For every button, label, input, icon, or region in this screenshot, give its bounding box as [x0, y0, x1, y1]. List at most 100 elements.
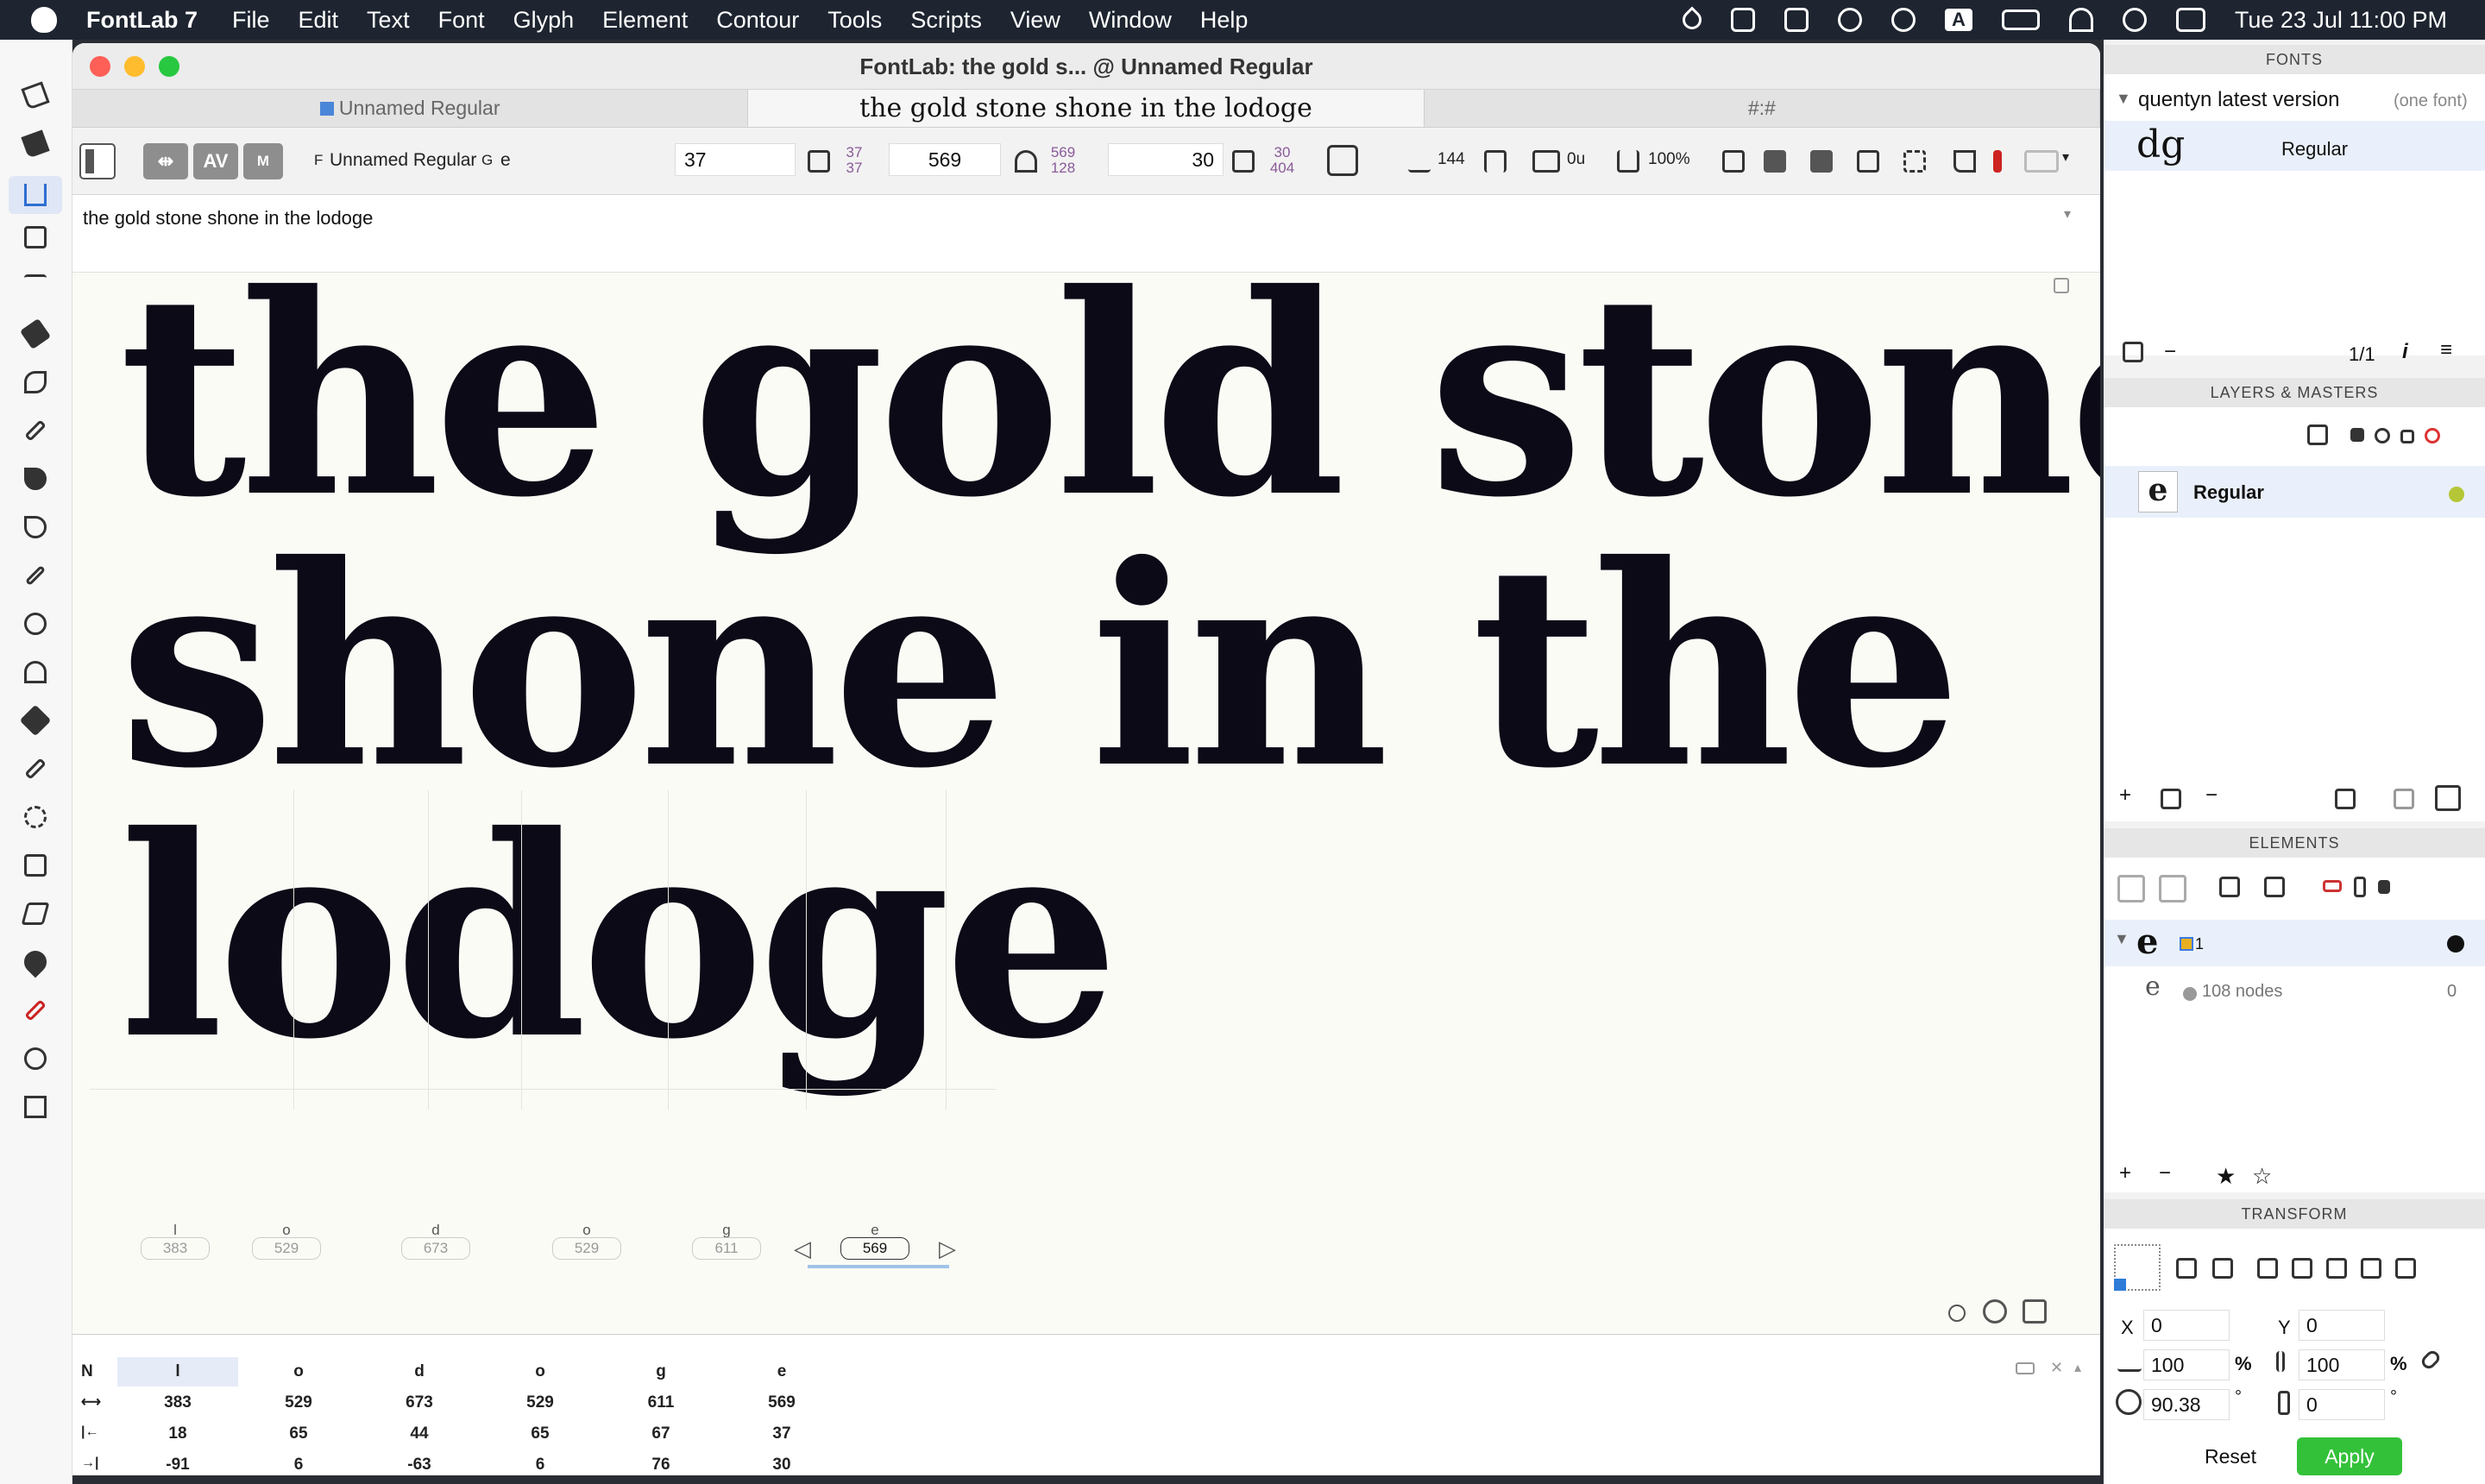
rsb-input[interactable] [1108, 143, 1224, 176]
glyph-width-o[interactable]: 529 [252, 1237, 321, 1260]
text-history-chevron-icon[interactable]: ▾ [2064, 205, 2071, 223]
zoom-fit-icon[interactable] [2023, 1299, 2047, 1324]
wechat-icon[interactable] [1837, 8, 1862, 32]
rectangle-tool[interactable] [22, 1094, 48, 1120]
metric-cell[interactable]: 611 [601, 1393, 721, 1412]
eraser-tool[interactable] [19, 318, 52, 350]
element-disclosure-icon[interactable]: ▼ [2114, 930, 2130, 948]
font-family-name[interactable]: quentyn latest version [2138, 88, 2339, 112]
align-right-icon[interactable] [2326, 1258, 2347, 1279]
font-disclosure-icon[interactable]: ▼ [2116, 90, 2131, 108]
zoom-out-icon[interactable] [1948, 1305, 1966, 1322]
menu-app[interactable]: FontLab 7 [86, 7, 198, 34]
font-size-value[interactable]: 144 [1438, 150, 1465, 169]
menu-contour[interactable]: Contour [716, 7, 799, 34]
input-source-badge[interactable]: A [1944, 9, 1972, 31]
wrap-table-icon[interactable] [2016, 1362, 2035, 1374]
flip-vertical-icon[interactable] [2212, 1258, 2233, 1279]
metric-cell[interactable]: 44 [359, 1424, 480, 1443]
expand-icon[interactable] [2335, 789, 2356, 809]
unicode-value[interactable]: 0u [1567, 150, 1585, 169]
panel-toggle-icon[interactable] [1810, 150, 1833, 173]
mask-icon[interactable] [2435, 785, 2461, 811]
element-grid-icon[interactable] [2264, 877, 2285, 897]
minus-icon[interactable]: − [2164, 340, 2176, 364]
metric-cell[interactable]: 6 [480, 1456, 601, 1475]
rapid-tool[interactable] [22, 514, 48, 540]
glyph-width-d[interactable]: 673 [401, 1237, 470, 1260]
menu-element[interactable]: Element [602, 7, 688, 34]
color-picker-tool[interactable] [22, 997, 48, 1023]
glyph-name-field[interactable]: e [500, 150, 511, 171]
element-frame-icon[interactable] [2219, 877, 2240, 897]
zoom-icon[interactable] [1617, 150, 1639, 173]
contour-arrow-tool[interactable] [21, 81, 50, 110]
figma-icon[interactable] [1730, 8, 1755, 32]
height-input[interactable] [2299, 1349, 2385, 1380]
shape-brush-tool[interactable] [19, 946, 52, 978]
metrics-col-o[interactable]: o [238, 1362, 359, 1381]
zoom-level[interactable]: 100% [1648, 150, 1690, 169]
text-string-input[interactable] [78, 200, 2045, 236]
spotlight-icon[interactable] [2122, 8, 2147, 32]
hamburger-icon[interactable]: ≡ [2440, 338, 2452, 362]
metric-cell[interactable]: 18 [117, 1424, 238, 1443]
element-arrow-tool[interactable] [21, 129, 50, 159]
brush-tool[interactable] [22, 369, 48, 395]
wrap-icon[interactable] [1764, 150, 1786, 173]
apple-icon[interactable] [31, 7, 57, 33]
menu-glyph[interactable]: Glyph [513, 7, 575, 34]
align-top-icon[interactable] [2361, 1258, 2381, 1279]
metrics-col-l[interactable]: l [117, 1362, 238, 1381]
master-button[interactable]: M [243, 143, 283, 179]
info-icon[interactable]: i [2402, 340, 2408, 364]
drive-icon[interactable] [1784, 8, 1809, 32]
previous-glyph-triangle-icon[interactable]: ◁ [794, 1236, 811, 1262]
metric-cell[interactable]: -91 [117, 1456, 238, 1475]
chevron-down-icon[interactable]: ▾ [2062, 148, 2069, 166]
glyph-width-e-selected[interactable]: 569 [840, 1237, 909, 1260]
text-tool[interactable] [22, 273, 48, 299]
remove-element-icon[interactable]: − [2159, 1161, 2171, 1185]
star-filled-icon[interactable]: ★ [2216, 1163, 2236, 1190]
ruler-tool[interactable] [22, 756, 48, 782]
flip-horizontal-icon[interactable] [2176, 1258, 2197, 1279]
metric-cell[interactable]: 67 [601, 1424, 721, 1443]
glyph-width-g[interactable]: 611 [692, 1237, 761, 1260]
menu-text[interactable]: Text [367, 7, 410, 34]
element-union-icon[interactable] [2117, 875, 2145, 902]
fill-tool[interactable] [19, 704, 52, 737]
element-lock-icon[interactable] [2378, 880, 2390, 894]
advance-width-input[interactable] [889, 143, 1001, 176]
lsb-input[interactable] [675, 143, 796, 176]
pencil-tool[interactable] [22, 418, 48, 443]
metrics-tool[interactable] [9, 176, 62, 214]
metric-cell[interactable]: 37 [721, 1424, 842, 1443]
lasso-tool[interactable] [22, 804, 48, 830]
align-center-icon[interactable] [2292, 1258, 2312, 1279]
layer-color-dot[interactable] [2449, 487, 2464, 502]
metric-cell[interactable]: 65 [238, 1424, 359, 1443]
element-subtract-icon[interactable] [2159, 875, 2186, 902]
slant-input[interactable] [2299, 1389, 2385, 1420]
metric-cell[interactable]: 529 [238, 1393, 359, 1412]
close-table-icon[interactable]: ✕ [2050, 1359, 2063, 1377]
outline-icon[interactable] [2400, 430, 2414, 443]
tab-text[interactable]: the gold stone shone in the lodoge [748, 90, 1425, 127]
magnet-tool[interactable] [22, 659, 48, 685]
flag-icon[interactable] [1993, 150, 2002, 173]
x-input[interactable] [2143, 1310, 2230, 1341]
tab-glyph-code[interactable]: #:# [1425, 90, 2100, 127]
location-icon[interactable] [1678, 6, 1706, 34]
font-info-icon[interactable] [2123, 342, 2143, 362]
scale-tool[interactable] [22, 852, 48, 878]
tab-font[interactable]: Unnamed Regular [72, 90, 749, 127]
duplicate-layer-icon[interactable] [2161, 789, 2181, 809]
metrics-col-e[interactable]: e [721, 1362, 842, 1381]
menu-scripts[interactable]: Scripts [910, 7, 982, 34]
list-icon[interactable] [1903, 150, 1926, 173]
metric-cell[interactable]: -63 [359, 1456, 480, 1475]
glyph-width-l[interactable]: 383 [141, 1237, 210, 1260]
layer-fill-icon[interactable] [2307, 424, 2328, 445]
text-direction-icon[interactable] [1408, 150, 1431, 173]
